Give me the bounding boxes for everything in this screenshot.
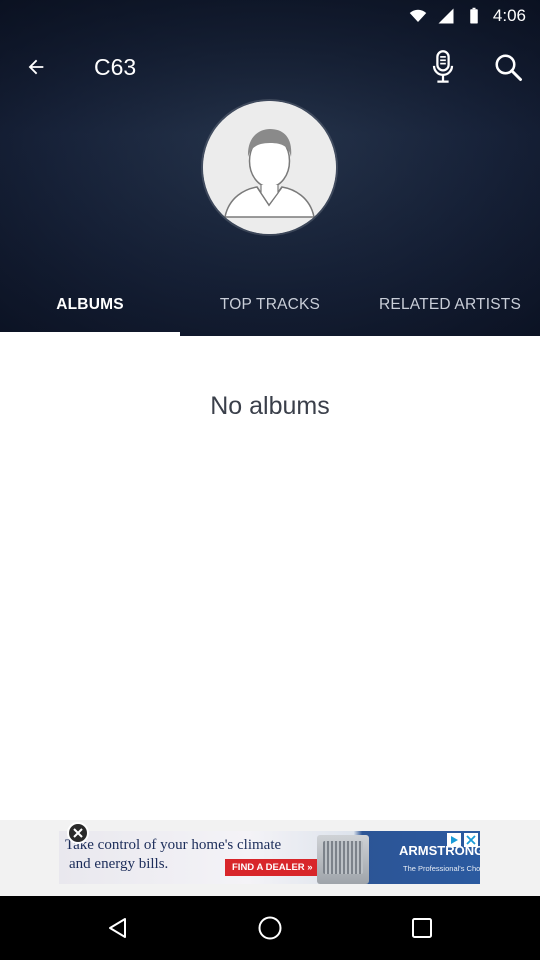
tab-albums-label: ALBUMS	[56, 296, 124, 313]
cellular-icon	[438, 8, 454, 24]
ad-container: Take control of your home's climate and …	[0, 820, 540, 896]
ad-headline-line1: Take control of your home's climate	[65, 837, 282, 853]
ad-choices-icon[interactable]	[447, 833, 461, 847]
ad-cta-button[interactable]: FIND A DEALER »	[225, 859, 320, 876]
search-button[interactable]	[486, 45, 530, 89]
system-nav-bar	[0, 896, 540, 960]
ad-brand-tagline: The Professional's Choice	[403, 864, 480, 873]
tab-related-artists-label: RELATED ARTISTS	[379, 296, 521, 313]
tab-top-tracks[interactable]: TOP TRACKS	[180, 274, 360, 336]
page-title: C63	[94, 54, 137, 80]
microphone-icon	[432, 50, 454, 83]
back-button[interactable]	[14, 45, 58, 89]
back-arrow-icon	[28, 59, 44, 75]
tab-albums[interactable]: ALBUMS	[0, 274, 180, 336]
empty-state-message: No albums	[210, 392, 330, 420]
voice-search-button[interactable]	[421, 45, 465, 89]
ad-close-button[interactable]	[67, 822, 89, 844]
status-bar: 4:06	[0, 0, 540, 32]
default-person-icon	[203, 101, 336, 234]
close-circle-icon	[73, 828, 83, 838]
home-circle-icon	[258, 916, 282, 940]
ad-headline-line2: and energy bills.	[69, 856, 169, 872]
nav-home-button[interactable]	[248, 906, 292, 950]
ad-dismiss-icon[interactable]	[464, 833, 478, 847]
tab-bar: ALBUMS TOP TRACKS RELATED ARTISTS	[0, 274, 540, 336]
nav-back-button[interactable]	[96, 906, 140, 950]
ac-unit-image	[317, 835, 369, 884]
tab-related-artists[interactable]: RELATED ARTISTS	[360, 274, 540, 336]
ad-banner[interactable]: Take control of your home's climate and …	[59, 831, 480, 884]
status-icons: 4:06	[409, 6, 526, 26]
nav-recents-button[interactable]	[400, 906, 444, 950]
battery-icon	[470, 7, 478, 24]
search-icon	[495, 54, 522, 81]
recents-square-icon	[412, 918, 432, 938]
status-time: 4:06	[492, 6, 526, 25]
back-triangle-icon	[109, 918, 126, 938]
tab-top-tracks-label: TOP TRACKS	[219, 296, 321, 313]
tab-indicator	[0, 332, 180, 336]
artist-avatar	[203, 101, 336, 234]
wifi-icon	[409, 9, 427, 22]
toolbar: C63	[0, 34, 540, 100]
